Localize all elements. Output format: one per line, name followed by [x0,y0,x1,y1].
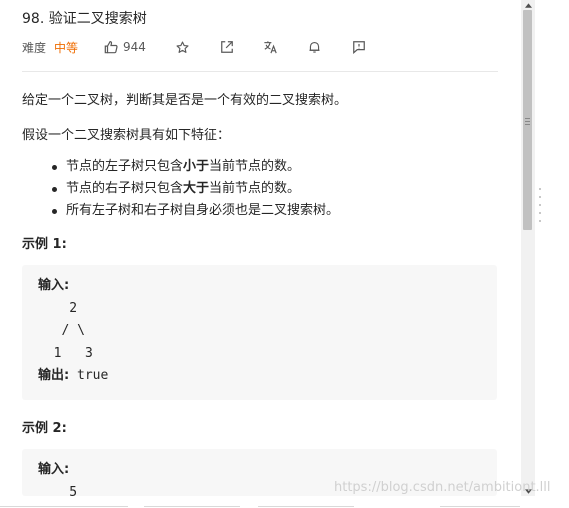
problem-title: 98. 验证二叉搜索树 [22,11,147,27]
problem-intro: 给定一个二叉树，判断其是否是一个有效的二叉搜索树。 [22,93,348,108]
caret-up-icon [524,2,532,8]
output-label: 输出: [38,368,70,383]
translate-button[interactable] [260,40,282,54]
input-label: 输入: [38,462,70,477]
star-icon [176,40,189,53]
problem-assumption: 假设一个二叉搜索树具有如下特征： [22,128,231,143]
share-button[interactable] [216,40,238,54]
feedback-icon [353,41,365,54]
problem-meta-bar: 难度 中等 944 [22,38,370,56]
grip-icon [525,124,530,125]
bottom-tab-strip [0,494,520,508]
watermark: https://blog.csdn.net/ambitiont.lll [334,480,551,495]
bell-icon [309,41,320,53]
grip-icon [525,121,530,122]
header-divider [22,71,498,72]
list-item: 所有左子树和右子树自身必须也是二叉搜索树。 [52,200,339,222]
example-1-code-block: 输入: 2 / \ 1 3 输出: true [22,265,497,400]
feedback-button[interactable] [348,40,370,54]
like-button[interactable]: 944 [104,40,146,54]
share-icon [221,41,233,53]
list-item: 节点的右子树只包含大于当前节点的数。 [52,178,339,200]
difficulty-label: 难度 [22,40,47,55]
example-1-heading: 示例 1: [22,237,67,252]
feature-list: 节点的左子树只包含小于当前节点的数。 节点的右子树只包含大于当前节点的数。 所有… [52,156,339,222]
scrollbar-thumb[interactable] [523,10,532,230]
example-2-heading: 示例 2: [22,421,67,436]
list-item: 节点的左子树只包含小于当前节点的数。 [52,156,339,178]
tree-line: / \ [38,323,85,338]
grip-icon [525,118,530,119]
example-1-code: 输入: 2 / \ 1 3 输出: true [38,275,108,388]
tree-line: 2 [38,300,78,316]
like-count: 944 [123,40,146,54]
difficulty-badge: 中等 [54,40,79,55]
vertical-scrollbar[interactable] [521,0,535,496]
output-value: true [77,368,109,383]
tree-line: 1 3 [38,345,93,361]
favorite-button[interactable] [172,40,194,54]
thumbs-up-icon [104,40,118,54]
example-2-code: 输入: 5 [38,459,77,496]
notification-button[interactable] [304,40,326,54]
translate-icon [264,41,278,54]
resize-handle[interactable] [539,188,543,228]
input-label: 输入: [38,278,70,293]
scroll-up-arrow[interactable] [521,0,535,10]
